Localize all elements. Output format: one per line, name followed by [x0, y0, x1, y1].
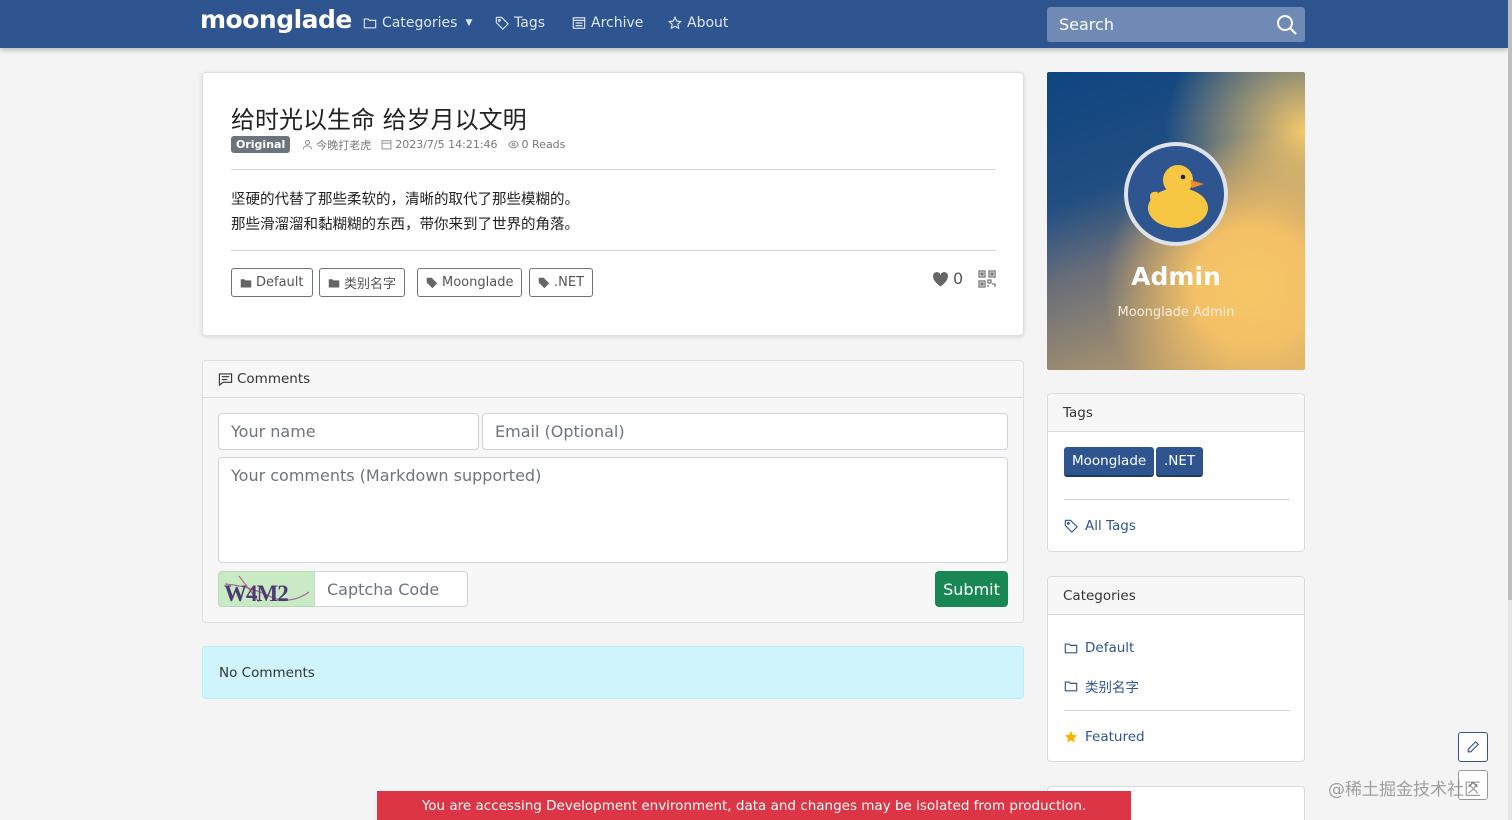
post-tag-label: Moonglade [442, 275, 514, 290]
post-card: 给时光以生命 给岁月以文明 Original 今晚打老虎 2023/7/5 14… [202, 72, 1024, 336]
archive-icon [572, 17, 586, 29]
folder-icon [363, 18, 377, 29]
post-content: 坚硬的代替了那些柔软的，清晰的取代了那些模糊的。 那些滑溜溜和黏糊糊的东西，带你… [231, 188, 579, 238]
sidebar-tag-dotnet[interactable]: .NET [1156, 447, 1204, 477]
no-comments-alert: No Comments [202, 646, 1024, 699]
folder-icon [328, 278, 340, 287]
captcha-image[interactable]: W4M2 [218, 571, 315, 607]
nav-archive[interactable]: Archive [572, 15, 643, 31]
star-filled-icon [1064, 730, 1078, 743]
tags-card: Tags Moonglade .NET All Tags [1047, 393, 1305, 552]
folder-icon [1064, 643, 1078, 654]
post-reads: 0 Reads [507, 138, 566, 151]
watermark: @稀土掘金技术社区 [1328, 780, 1481, 800]
name-field[interactable] [218, 413, 479, 450]
profile-card: Admin Moonglade Admin [1047, 72, 1305, 370]
search-box [1047, 7, 1305, 42]
tag-icon [538, 277, 550, 288]
calendar-icon [381, 140, 392, 150]
comments-header-label: Comments [237, 371, 311, 387]
nav-about[interactable]: About [668, 15, 728, 31]
divider [1064, 710, 1290, 711]
divider [1064, 499, 1290, 500]
nav-categories-label: Categories [382, 15, 458, 31]
original-badge: Original [231, 136, 291, 153]
submit-button[interactable]: Submit [935, 571, 1008, 607]
post-meta: Original 今晚打老虎 2023/7/5 14:21:46 0 Reads [231, 136, 575, 153]
captcha-text: W4M2 [224, 581, 288, 606]
sidebar-tag-moonglade[interactable]: Moonglade [1064, 447, 1155, 477]
star-icon [668, 16, 682, 30]
post-category-label: Default [256, 275, 304, 290]
tags-card-header: Tags [1048, 394, 1304, 432]
post-tag-dotnet[interactable]: .NET [529, 268, 594, 297]
sidebar-category-default[interactable]: Default [1064, 640, 1134, 656]
categories-card-header: Categories [1048, 577, 1304, 615]
folder-icon [240, 278, 252, 287]
post-date-text: 2023/7/5 14:21:46 [395, 138, 498, 151]
dev-environment-banner: You are accessing Development environmen… [377, 791, 1131, 820]
post-author-name: 今晚打老虎 [316, 138, 372, 152]
heart-icon [933, 271, 948, 286]
top-navbar: moonglade Categories ▼ Tags Archive Abou… [0, 0, 1508, 48]
search-icon[interactable] [1275, 13, 1299, 37]
profile-subtitle: Moonglade Admin [1117, 305, 1235, 320]
user-icon [303, 139, 313, 150]
post-content-line: 坚硬的代替了那些柔软的，清晰的取代了那些模糊的。 [231, 192, 579, 208]
all-tags-label: All Tags [1085, 518, 1136, 534]
comments-card: Comments W4M2 Submit [202, 360, 1024, 623]
post-tag-moonglade[interactable]: Moonglade [417, 268, 523, 297]
post-title: 给时光以生命 给岁月以文明 [231, 106, 527, 134]
post-category-label: 类别名字 [344, 277, 397, 292]
featured-link[interactable]: Featured [1064, 729, 1145, 745]
sidebar-category-2[interactable]: 类别名字 [1064, 676, 1139, 696]
comment-textarea[interactable] [218, 457, 1008, 563]
post-category-2[interactable]: 类别名字 [319, 268, 406, 297]
page-scrollbar-thumb[interactable] [1508, 0, 1512, 600]
captcha-input[interactable] [314, 571, 468, 607]
sidebar-category-label: 类别名字 [1085, 680, 1139, 696]
folder-icon [1064, 681, 1078, 692]
like-count: 0 [953, 269, 964, 288]
post-reads-text: 0 Reads [521, 138, 566, 151]
duck-icon [1148, 165, 1208, 228]
divider [231, 169, 996, 170]
divider [231, 250, 996, 251]
eye-icon [507, 140, 519, 149]
post-category-default[interactable]: Default [231, 268, 313, 297]
caret-down-icon: ▼ [465, 18, 473, 28]
post-date: 2023/7/5 14:21:46 [381, 138, 498, 151]
profile-name: Admin [1131, 262, 1221, 291]
nav-archive-label: Archive [591, 15, 644, 31]
avatar[interactable] [1124, 142, 1228, 246]
nav-tags-label: Tags [514, 15, 545, 31]
brand-logo[interactable]: moonglade [200, 5, 352, 34]
post-content-line: 那些滑溜溜和黏糊糊的东西，带你来到了世界的角落。 [231, 217, 579, 233]
nav-about-label: About [687, 15, 729, 31]
edit-button[interactable] [1458, 732, 1488, 762]
comments-header: Comments [203, 361, 1023, 398]
nav-tags[interactable]: Tags [495, 15, 545, 31]
post-tag-label: .NET [554, 275, 585, 290]
categories-card: Categories Default 类别名字 Featured [1047, 576, 1305, 762]
tag-icon [426, 277, 438, 288]
all-tags-link[interactable]: All Tags [1064, 518, 1136, 534]
search-input[interactable] [1047, 7, 1267, 42]
tag-icon [1064, 519, 1078, 533]
featured-label: Featured [1085, 729, 1145, 745]
tag-icon [495, 16, 509, 30]
sidebar-category-label: Default [1085, 640, 1135, 656]
like-button[interactable]: 0 [932, 269, 963, 288]
qrcode-icon[interactable] [978, 270, 996, 288]
pencil-icon [1467, 740, 1480, 753]
comment-icon [218, 372, 233, 386]
nav-categories[interactable]: Categories ▼ [363, 15, 472, 31]
email-field[interactable] [482, 413, 1008, 450]
post-author: 今晚打老虎 [302, 137, 371, 153]
